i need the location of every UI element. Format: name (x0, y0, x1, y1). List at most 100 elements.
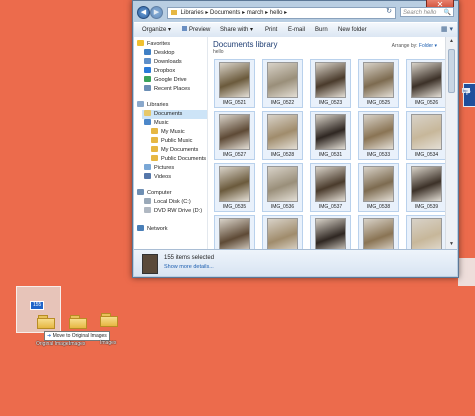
file-name: IMG_0526 (414, 100, 439, 106)
nav-my-music[interactable]: My Music (151, 128, 185, 137)
organize-button[interactable]: Organize ▾ (142, 23, 171, 37)
search-input[interactable]: Search hello 🔍 (400, 7, 454, 17)
star-icon (137, 40, 144, 46)
file-thumbnail[interactable] (262, 215, 303, 249)
photo-preview (219, 62, 250, 98)
breadcrumb-march[interactable]: march (247, 10, 264, 16)
library-subtitle: hello (213, 49, 224, 55)
dropbox-icon (144, 67, 151, 73)
file-thumbnail[interactable]: IMG_0539 (406, 163, 445, 212)
nav-google-drive[interactable]: Google Drive (144, 76, 187, 85)
file-thumbnail[interactable]: IMG_0523 (310, 59, 351, 108)
show-more-details-link[interactable]: Show more details... (164, 264, 214, 270)
burn-button[interactable]: Burn (315, 23, 328, 37)
file-thumbnail[interactable]: IMG_0522 (262, 59, 303, 108)
scroll-down-icon[interactable]: ▼ (446, 240, 457, 249)
photo-preview (315, 114, 346, 150)
file-thumbnail[interactable]: IMG_0527 (214, 111, 255, 160)
drive-icon (144, 198, 151, 204)
photo-preview (315, 166, 346, 202)
nav-dvd-drive[interactable]: DVD RW Drive (D:) (144, 207, 202, 216)
nav-downloads[interactable]: Downloads (144, 58, 182, 67)
file-thumbnail[interactable]: IMG_0525 (358, 59, 399, 108)
photo-preview (411, 62, 442, 98)
nav-videos[interactable]: Videos (144, 173, 171, 182)
forward-button[interactable]: ▶ (150, 6, 163, 19)
file-thumbnail[interactable]: IMG_0534 (406, 111, 445, 160)
file-thumbnail[interactable]: IMG_0538 (358, 163, 399, 212)
file-thumbnail[interactable] (214, 215, 255, 249)
file-thumbnail[interactable] (310, 215, 351, 249)
file-name: IMG_0527 (222, 152, 247, 158)
nav-local-disk[interactable]: Local Disk (C:) (144, 198, 191, 207)
command-bar: Organize ▾ Preview Share with ▾ Print E-… (134, 22, 457, 38)
share-with-button[interactable]: Share with ▾ (220, 23, 253, 37)
library-title: Documents library (213, 40, 278, 49)
desktop-folder-images-1[interactable] (69, 315, 87, 329)
photo-preview (363, 114, 394, 150)
nav-my-documents[interactable]: My Documents (151, 146, 198, 155)
photo-preview (315, 62, 346, 98)
nav-public-documents[interactable]: Public Documents (151, 155, 206, 164)
nav-computer[interactable]: Computer (137, 189, 172, 198)
nav-favorites[interactable]: Favorites (137, 40, 170, 49)
photo-preview (219, 114, 250, 150)
breadcrumb-libraries[interactable]: Libraries (181, 10, 204, 16)
desktop-folder-images-2[interactable] (100, 313, 118, 327)
back-button[interactable]: ◀ (137, 6, 150, 19)
nav-pictures[interactable]: Pictures (144, 164, 174, 173)
scroll-up-icon[interactable]: ▲ (446, 37, 457, 46)
scrollbar-thumb[interactable] (448, 49, 455, 93)
nav-documents[interactable]: Documents (142, 110, 207, 119)
nav-network[interactable]: Network (137, 225, 168, 234)
nav-public-music[interactable]: Public Music (151, 137, 192, 146)
file-thumbnail[interactable]: IMG_0537 (310, 163, 351, 212)
nav-dropbox[interactable]: Dropbox (144, 67, 175, 76)
arrange-by-value[interactable]: Folder ▾ (419, 43, 437, 49)
file-name: IMG_0528 (270, 152, 295, 158)
email-button[interactable]: E-mail (288, 23, 305, 37)
nav-libraries[interactable]: Libraries (137, 101, 168, 110)
nav-recent-places[interactable]: Recent Places (144, 85, 190, 94)
file-thumbnail[interactable]: IMG_0535 (214, 163, 255, 212)
address-bar[interactable]: Libraries ▸ Documents ▸ march ▸ hello ▸ (167, 7, 396, 19)
file-thumbnail[interactable]: IMG_0526 (406, 59, 445, 108)
folder-icon (151, 128, 158, 134)
vertical-scrollbar[interactable]: ▲ ▼ (445, 37, 457, 249)
photo-preview (267, 166, 298, 202)
view-options-icon[interactable]: ▦ ▾ (441, 25, 453, 33)
nav-music[interactable]: Music (144, 119, 169, 128)
photo-preview (219, 166, 250, 202)
file-thumbnail[interactable]: IMG_0521 (214, 59, 255, 108)
file-name: IMG_0531 (318, 152, 343, 158)
desktop-icon-fragment[interactable]: P (463, 83, 475, 107)
file-thumbnail[interactable] (358, 215, 399, 249)
file-name: IMG_0536 (270, 204, 295, 210)
refresh-icon[interactable]: ↻ (384, 7, 394, 17)
file-thumbnail[interactable]: IMG_0533 (358, 111, 399, 160)
preview-button[interactable]: Preview (182, 23, 210, 37)
desktop-folder-original-images[interactable] (37, 315, 55, 329)
documents-icon (144, 110, 151, 116)
file-thumbnail[interactable]: IMG_0528 (262, 111, 303, 160)
photo-preview (267, 62, 298, 98)
file-name: IMG_0538 (366, 204, 391, 210)
explorer-window: ✕ ◀ ▶ Libraries ▸ Documents ▸ march ▸ he… (132, 0, 459, 278)
file-thumbnail[interactable] (406, 215, 445, 249)
file-thumbnail[interactable]: IMG_0531 (310, 111, 351, 160)
nav-desktop[interactable]: Desktop (144, 49, 175, 58)
folder-icon (100, 316, 118, 327)
navigation-pane: Favorites Desktop Downloads Dropbox Goog… (134, 37, 208, 249)
file-name: IMG_0523 (318, 100, 343, 106)
file-name: IMG_0521 (222, 100, 247, 106)
folder-label: Original Images (36, 341, 72, 347)
file-thumbnail[interactable]: IMG_0536 (262, 163, 303, 212)
breadcrumb-documents[interactable]: Documents (210, 10, 240, 16)
desktop-icon (144, 49, 151, 55)
file-name: IMG_0539 (414, 204, 439, 210)
search-icon: 🔍 (443, 10, 451, 16)
new-folder-button[interactable]: New folder (338, 23, 367, 37)
print-button[interactable]: Print (265, 23, 277, 37)
breadcrumb-hello[interactable]: hello (270, 10, 283, 16)
arrange-by[interactable]: Arrange by: Folder ▾ (392, 43, 437, 49)
